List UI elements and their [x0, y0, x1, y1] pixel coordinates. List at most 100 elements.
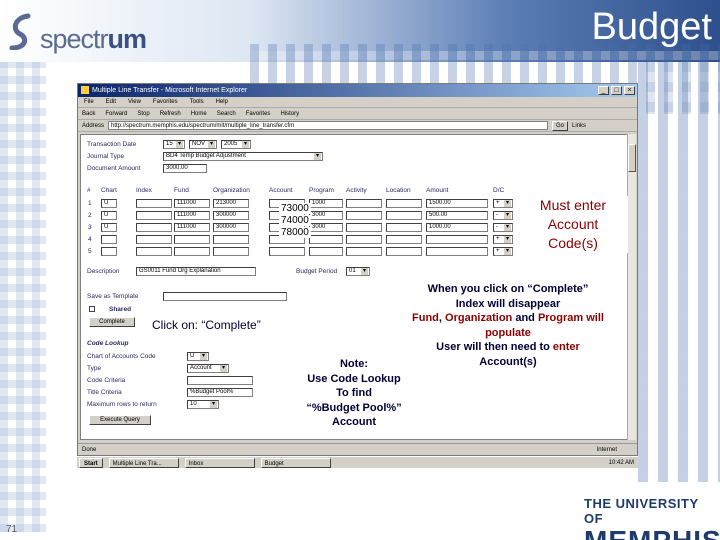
title-criteria-input[interactable]: %Budget Pool%	[187, 388, 253, 397]
row-activity-input[interactable]	[346, 211, 382, 220]
row-activity-input[interactable]	[346, 235, 382, 244]
page-scrollbar[interactable]	[627, 134, 636, 440]
row-index-input[interactable]	[136, 211, 172, 220]
row-fund-input[interactable]	[174, 247, 210, 256]
date-year-select[interactable]: 2005	[221, 140, 251, 149]
account-overlay-1: 73000	[279, 203, 311, 214]
row-amount-input[interactable]	[426, 235, 488, 244]
row-fund-input[interactable]: 111000	[174, 211, 210, 220]
slide-title: Budget	[591, 6, 712, 48]
shared-checkbox[interactable]	[89, 306, 95, 312]
template-name-input[interactable]	[163, 292, 287, 301]
scrollbar-thumb[interactable]	[628, 144, 636, 172]
row-dc-select[interactable]: -	[493, 211, 513, 220]
row-org-input[interactable]	[213, 247, 249, 256]
menu-view[interactable]: View	[128, 97, 141, 107]
row-location-input[interactable]	[386, 223, 422, 232]
row-chart-input[interactable]	[101, 235, 117, 244]
row-dc-select[interactable]: +	[493, 235, 513, 244]
row-activity-input[interactable]	[346, 247, 382, 256]
taskbar: Start Multiple Line Tra... Inbox Budget …	[77, 456, 638, 468]
callout-line: populate	[485, 326, 531, 339]
row-activity-input[interactable]	[346, 199, 382, 208]
row-amount-input[interactable]: 1000.00	[426, 223, 488, 232]
row-chart-input[interactable]: U	[101, 223, 117, 232]
row-account-input[interactable]	[269, 247, 305, 256]
row-location-input[interactable]	[386, 247, 422, 256]
row-chart-input[interactable]	[101, 247, 117, 256]
row-amount-input[interactable]: 500.00	[426, 211, 488, 220]
document-amount-input[interactable]: 3000.00	[163, 164, 207, 173]
forward-button[interactable]: Forward	[105, 108, 127, 119]
max-rows-select[interactable]: 10	[187, 400, 219, 409]
taskbar-item[interactable]: Inbox	[184, 457, 255, 468]
row-org-input[interactable]	[213, 235, 249, 244]
row-amount-input[interactable]: 1500.00	[426, 199, 488, 208]
go-button[interactable]: Go	[552, 120, 569, 131]
minimize-button[interactable]: _	[598, 86, 609, 95]
address-input[interactable]: http://spectrum.memphis.edu/spectrum/mlt…	[108, 121, 549, 130]
chart-of-accounts-label: Chart of Accounts Code	[87, 353, 156, 360]
status-text: Done	[82, 447, 97, 453]
row-index-input[interactable]	[136, 199, 172, 208]
chart-code-select[interactable]: U	[187, 352, 209, 361]
row-org-input[interactable]: 300000	[213, 211, 249, 220]
row-program-input[interactable]: 1000	[309, 199, 343, 208]
type-label: Type	[87, 365, 102, 372]
search-button[interactable]: Search	[217, 108, 236, 119]
row-location-input[interactable]	[386, 211, 422, 220]
history-button[interactable]: History	[280, 108, 299, 119]
start-button[interactable]: Start	[79, 457, 103, 468]
close-button[interactable]: ×	[624, 86, 635, 95]
row-location-input[interactable]	[386, 199, 422, 208]
row-fund-input[interactable]: 111000	[174, 223, 210, 232]
maximize-button[interactable]: □	[611, 86, 622, 95]
row-org-input[interactable]: 300000	[213, 223, 249, 232]
lookup-type-select[interactable]: Account	[187, 364, 229, 373]
ie-icon	[81, 86, 89, 94]
row-activity-input[interactable]	[346, 223, 382, 232]
menu-tools[interactable]: Tools	[190, 97, 204, 107]
execute-query-button[interactable]: Execute Query	[89, 415, 151, 425]
row-dc-select[interactable]: +	[493, 247, 513, 256]
row-program-input[interactable]	[309, 235, 343, 244]
row-index-input[interactable]	[136, 247, 172, 256]
row-chart-input[interactable]: U	[101, 199, 117, 208]
menu-edit[interactable]: Edit	[106, 97, 116, 107]
taskbar-item[interactable]: Multiple Line Tra...	[108, 457, 179, 468]
home-button[interactable]: Home	[191, 108, 207, 119]
taskbar-item[interactable]: Budget	[260, 457, 331, 468]
row-fund-input[interactable]	[174, 235, 210, 244]
row-amount-input[interactable]	[426, 247, 488, 256]
menu-favorites[interactable]: Favorites	[153, 97, 178, 107]
complete-button[interactable]: Complete	[89, 317, 135, 327]
left-pattern	[0, 62, 46, 532]
row-chart-input[interactable]: U	[101, 211, 117, 220]
row-location-input[interactable]	[386, 235, 422, 244]
links-label[interactable]: Links	[572, 120, 586, 132]
journal-type-select[interactable]: BD4 Temp Budget Adjustment	[163, 152, 323, 161]
menu-file[interactable]: File	[84, 97, 94, 107]
row-dc-select[interactable]: +	[493, 199, 513, 208]
date-month-select[interactable]: NOV	[189, 140, 217, 149]
row-program-input[interactable]: 3000	[309, 223, 343, 232]
budget-period-select[interactable]: 01	[346, 267, 370, 276]
row-fund-input[interactable]: 111000	[174, 199, 210, 208]
favorites-button[interactable]: Favorites	[246, 108, 271, 119]
date-day-select[interactable]: 15	[163, 140, 185, 149]
row-dc-select[interactable]: -	[493, 223, 513, 232]
slide-number: 71	[6, 524, 18, 535]
row-index-input[interactable]	[136, 223, 172, 232]
menu-help[interactable]: Help	[216, 97, 228, 107]
row-program-input[interactable]: 3000	[309, 211, 343, 220]
col-account: Account	[269, 187, 293, 194]
back-button[interactable]: Back	[82, 108, 95, 119]
description-input[interactable]: GS0011 Fund Org Explanation	[136, 267, 256, 276]
code-criteria-input[interactable]	[187, 376, 253, 385]
max-rows-label: Maximum rows to return	[87, 401, 157, 408]
refresh-button[interactable]: Refresh	[160, 108, 181, 119]
stop-button[interactable]: Stop	[137, 108, 149, 119]
row-program-input[interactable]	[309, 247, 343, 256]
row-org-input[interactable]: 213000	[213, 199, 249, 208]
row-index-input[interactable]	[136, 235, 172, 244]
